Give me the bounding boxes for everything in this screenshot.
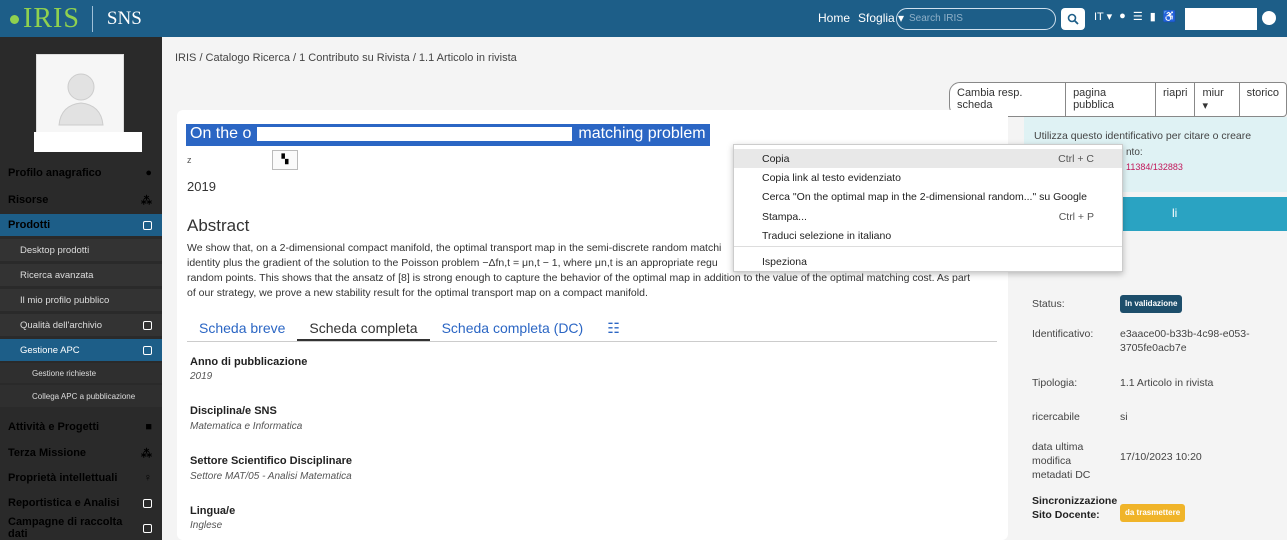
- sitemap-icon: ⁂: [141, 194, 152, 207]
- folder-icon: [143, 320, 152, 330]
- ctx-search-google[interactable]: Cerca "On the optimal map in the 2-dimen…: [734, 187, 1122, 206]
- table-icon: [143, 498, 152, 508]
- abstract-heading: Abstract: [187, 216, 250, 235]
- record-title[interactable]: On the o matching problem: [186, 124, 710, 146]
- sidebar-item-collega[interactable]: Collega APC a pubblicazione: [0, 385, 162, 407]
- searchable-label: ricercabile: [1032, 411, 1080, 423]
- accessibility-icon[interactable]: ♿: [1163, 10, 1177, 23]
- sidebar-item-proprieta[interactable]: Proprietà intellettuali ♀: [0, 468, 162, 488]
- breadcrumb[interactable]: IRIS / Catalogo Ricerca / 1 Contributo s…: [175, 52, 517, 64]
- context-menu: Copia Ctrl + C Copia link al testo eviden…: [733, 144, 1123, 272]
- institution-name: SNS: [106, 8, 142, 29]
- sidebar-item-apc[interactable]: Gestione APC: [0, 339, 162, 361]
- sidebar-item-attivita[interactable]: Attività e Progetti ■: [0, 417, 162, 437]
- ctx-print[interactable]: Stampa... Ctrl + P: [734, 207, 1122, 226]
- search-button[interactable]: [1061, 8, 1085, 30]
- record-year: 2019: [187, 179, 216, 194]
- user-silhouette-icon: [58, 73, 104, 126]
- status-badge: In validazione: [1120, 295, 1183, 313]
- search-input[interactable]: Search IRIS: [896, 8, 1056, 30]
- folder-open-icon: [143, 345, 152, 355]
- sync-badge: da trasmettere: [1120, 504, 1186, 522]
- type-label: Tipologia:: [1032, 377, 1078, 389]
- history-button[interactable]: storico: [1238, 82, 1287, 117]
- sidebar-item-profilo[interactable]: Profilo anagrafico ●: [0, 163, 162, 183]
- date-value: 17/10/2023 10:20: [1120, 451, 1202, 463]
- handle-link[interactable]: 11384/132883: [1126, 162, 1183, 172]
- type-value: 1.1 Articolo in rivista: [1120, 377, 1214, 389]
- author-initial: z: [187, 155, 192, 165]
- logo-dot-icon: [10, 14, 19, 24]
- miur-dropdown[interactable]: miur ▾: [1194, 82, 1240, 117]
- ctx-separator: [734, 246, 1122, 247]
- sidebar-item-prodotti[interactable]: Prodotti: [0, 214, 162, 236]
- briefcase-icon: ■: [145, 421, 152, 433]
- info-fragment: nto:: [1126, 147, 1143, 158]
- person-icon: ●: [145, 167, 152, 179]
- user-name-redacted: [34, 132, 142, 152]
- id-value: e3aace00-b33b-4c98-e053-3705fe0acb7e: [1120, 328, 1250, 354]
- sidebar-item-richieste[interactable]: Gestione richieste: [0, 363, 162, 383]
- id-label: Identificativo:: [1032, 328, 1094, 340]
- field-label: Lingua/e: [190, 505, 236, 517]
- ctx-inspect[interactable]: Ispeziona: [734, 252, 1122, 271]
- bookmark-icon[interactable]: ▮: [1150, 10, 1156, 23]
- list-icon[interactable]: ☰: [1133, 10, 1143, 23]
- field-value: Settore MAT/05 - Analisi Matematica: [190, 471, 352, 482]
- ctx-copy[interactable]: Copia Ctrl + C: [734, 149, 1122, 168]
- sidebar-item-risorse[interactable]: Risorse ⁂: [0, 190, 162, 210]
- title-redacted: [257, 126, 573, 141]
- reopen-button[interactable]: riapri: [1155, 82, 1196, 117]
- field-value: Matematica e Informatica: [190, 421, 303, 432]
- public-page-button[interactable]: pagina pubblica: [1065, 82, 1156, 117]
- author-card-icon[interactable]: ▚: [272, 150, 298, 170]
- field-label: Settore Scientifico Disciplinare: [190, 455, 352, 467]
- field-label: Anno di pubblicazione: [190, 356, 308, 368]
- lightbulb-icon: ♀: [143, 472, 152, 484]
- tab-scheda-breve[interactable]: Scheda breve: [187, 318, 297, 341]
- user-name-box[interactable]: [1185, 8, 1257, 30]
- list-icon: [143, 523, 152, 533]
- user-avatar-icon[interactable]: [1262, 11, 1276, 25]
- record-tabs: Scheda breve Scheda completa Scheda comp…: [187, 318, 997, 342]
- sidebar-item-qualita[interactable]: Qualità dell'archivio: [0, 314, 162, 336]
- top-bar: IRIS SNS Home Sfoglia ▾ Search IRIS IT ▾…: [0, 0, 1287, 37]
- avatar: [36, 54, 124, 139]
- searchable-value: si: [1120, 411, 1128, 423]
- sidebar-item-reportistica[interactable]: Reportistica e Analisi: [0, 493, 162, 513]
- sidebar-item-profilo-pubblico[interactable]: Il mio profilo pubblico: [0, 289, 162, 311]
- language-selector[interactable]: IT ▾: [1094, 10, 1112, 23]
- sitemap-icon: ⁂: [141, 447, 152, 460]
- nav-home-link[interactable]: Home: [818, 11, 850, 25]
- search-icon: [1067, 13, 1079, 25]
- top-nav: Home Sfoglia ▾: [818, 11, 904, 25]
- sync-label: Sincronizzazione Sito Docente:: [1032, 495, 1118, 521]
- sidebar-item-desktop[interactable]: Desktop prodotti: [0, 239, 162, 261]
- tab-scheda-completa[interactable]: Scheda completa: [297, 318, 430, 341]
- logo-text: IRIS: [23, 3, 80, 34]
- status-label: Status:: [1032, 298, 1065, 310]
- date-label: data ultima modifica metadati DC: [1032, 441, 1091, 481]
- field-value: 2019: [190, 371, 213, 382]
- sidebar-item-campagne[interactable]: Campagne di raccolta dati: [0, 516, 162, 540]
- sidebar-item-ricerca[interactable]: Ricerca avanzata: [0, 264, 162, 286]
- ctx-copy-link[interactable]: Copia link al testo evidenziato: [734, 168, 1122, 187]
- field-label: Disciplina/e SNS: [190, 405, 277, 417]
- field-value: Inglese: [190, 520, 223, 531]
- list-view-icon[interactable]: ☷: [595, 318, 632, 341]
- book-icon: [143, 220, 152, 230]
- sidebar-item-terza[interactable]: Terza Missione ⁂: [0, 443, 162, 463]
- iris-logo[interactable]: IRIS SNS: [10, 3, 142, 34]
- top-icons: IT ▾ ● ☰ ▮ ♿: [1094, 10, 1176, 23]
- tab-scheda-dc[interactable]: Scheda completa (DC): [430, 318, 596, 341]
- ctx-translate[interactable]: Traduci selezione in italiano: [734, 226, 1122, 245]
- help-icon[interactable]: ●: [1119, 10, 1126, 23]
- logo-separator: [91, 6, 93, 32]
